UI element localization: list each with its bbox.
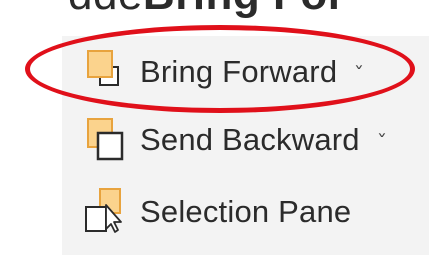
selection-pane-button[interactable]: Selection Pane xyxy=(78,184,351,240)
screenshot-crop: ddeBring For Bring Forward ˅ Send Backwa… xyxy=(0,0,429,255)
bring-forward-button[interactable]: Bring Forward ˅ xyxy=(78,44,364,100)
cropped-heading-bold: Bring For xyxy=(143,0,345,19)
send-backward-label: Send Backward xyxy=(140,122,360,157)
cropped-heading-prefix: dde xyxy=(68,0,143,19)
send-backward-icon xyxy=(78,113,134,167)
bring-forward-label: Bring Forward xyxy=(140,54,338,89)
send-backward-button[interactable]: Send Backward ˅ xyxy=(78,112,387,168)
chevron-down-icon[interactable]: ˅ xyxy=(377,131,387,150)
bring-forward-icon xyxy=(78,45,134,99)
chevron-down-icon[interactable]: ˅ xyxy=(354,63,364,82)
selection-pane-icon xyxy=(78,185,134,239)
cropped-heading-text: ddeBring For xyxy=(68,0,345,20)
selection-pane-label: Selection Pane xyxy=(140,194,352,229)
